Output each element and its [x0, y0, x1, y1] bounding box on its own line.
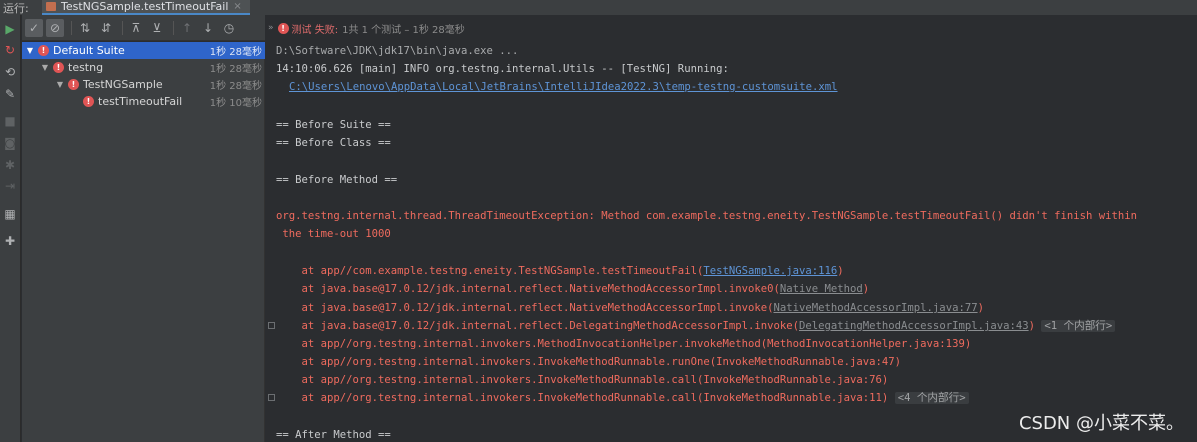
console-exception-line: the time-out 1000: [276, 228, 391, 240]
test-tree-toolbar: ✓ ⊘ ⇅ ⇵ ⊼ ⊻ ↑ ↓ ◷: [22, 15, 265, 41]
watermark: CSDN @小菜不菜。: [1018, 413, 1184, 434]
layout-icon[interactable]: ▦: [3, 207, 17, 221]
stack-frame: at java.base@17.0.12/jdk.internal.reflec…: [276, 299, 984, 317]
stack-frame-close: ): [977, 302, 984, 314]
tree-item-testtimeoutfail[interactable]: ! testTimeoutFail 1秒 10毫秒: [22, 93, 265, 110]
chevron-down-icon[interactable]: ▼: [25, 46, 35, 55]
stack-frame: at app//com.example.testng.eneity.TestNG…: [276, 262, 844, 280]
error-icon: !: [68, 79, 79, 90]
stack-frame-link[interactable]: NativeMethodAccessorImpl.java:77: [773, 302, 977, 314]
folded-lines-badge[interactable]: <4 个内部行>: [894, 392, 969, 404]
stop-icon[interactable]: ■: [3, 114, 17, 128]
stack-frame-close: ): [862, 283, 870, 295]
tree-item-duration: 1秒 28毫秒: [209, 81, 262, 92]
testng-config-icon: [46, 2, 56, 11]
tree-item-label: TestNGSample: [83, 78, 163, 91]
toggle-autotest-icon[interactable]: ⟲: [3, 65, 17, 79]
stack-frame: at app//org.testng.internal.invokers.Inv…: [276, 374, 889, 386]
tree-item-label: testTimeoutFail: [98, 95, 183, 108]
stack-frame-link[interactable]: DelegatingMethodAccessorImpl.java:43: [799, 320, 1029, 332]
console-line-xml-path: C:\Users\Lenovo\AppData\Local\JetBrains\…: [289, 78, 838, 96]
stack-frame: at app//org.testng.internal.invokers.Inv…: [276, 356, 902, 368]
console-line-before-method: == Before Method ==: [276, 174, 398, 186]
toolbar-separator: [173, 20, 174, 35]
error-icon: !: [277, 22, 289, 34]
stack-frame-link[interactable]: Native Method: [780, 283, 863, 295]
rerun-failed-icon[interactable]: ↻: [3, 43, 17, 57]
camera-icon[interactable]: ◙: [3, 136, 17, 150]
stack-frame-close: ): [1028, 320, 1035, 332]
toolbar-separator: [71, 20, 72, 35]
tree-item-testng[interactable]: ▼ ! testng 1秒 28毫秒: [22, 59, 265, 76]
console-line-java-cmd[interactable]: D:\Software\JDK\jdk17\bin\java.exe ...: [276, 42, 518, 60]
show-passed-icon[interactable]: ✓: [25, 18, 43, 37]
tree-item-duration: 1秒 28毫秒: [209, 47, 262, 58]
rerun-icon[interactable]: ▶: [3, 22, 17, 36]
history-icon[interactable]: ◷: [220, 19, 238, 37]
status-fail-label: 测试 失败:: [291, 24, 339, 36]
run-tool-header: 运行: TestNGSample.testTimeoutFail ×: [0, 0, 1197, 15]
console-exception-line: org.testng.internal.thread.ThreadTimeout…: [276, 210, 1138, 222]
test-results-tree: ▼ ! Default Suite 1秒 28毫秒 ▼ ! testng 1秒 …: [22, 42, 265, 442]
test-status-header: » ! 测试 失败: 1共 1 个测试 – 1秒 28毫秒: [266, 15, 1197, 41]
tree-item-default-suite[interactable]: ▼ ! Default Suite 1秒 28毫秒: [22, 42, 265, 59]
error-icon: !: [38, 45, 49, 56]
tree-item-label: testng: [68, 61, 104, 74]
collapse-all-icon[interactable]: ⊻: [148, 19, 166, 37]
error-icon: !: [83, 96, 94, 107]
sort-alpha-icon[interactable]: ⇅: [76, 19, 94, 37]
fold-toggle-icon[interactable]: [268, 394, 275, 401]
console-line-before-suite: == Before Suite ==: [276, 119, 391, 131]
error-icon: !: [53, 62, 64, 73]
left-toolbar: ▶ ↻ ⟲ ✎ ■ ◙ ✱ ⇥ ▦ ✚: [0, 15, 21, 442]
exit-icon[interactable]: ⇥: [3, 179, 17, 193]
tree-item-duration: 1秒 10毫秒: [209, 98, 262, 109]
run-label: 运行:: [3, 1, 29, 15]
stack-frame: at app//org.testng.internal.invokers.Met…: [276, 338, 972, 350]
console-line-after-method: == After Method ==: [276, 429, 391, 441]
close-tab-icon[interactable]: ×: [233, 1, 241, 12]
chevron-down-icon[interactable]: ▼: [40, 63, 50, 72]
tree-item-testngsample[interactable]: ▼ ! TestNGSample 1秒 28毫秒: [22, 76, 265, 93]
run-tab-title: TestNGSample.testTimeoutFail: [61, 0, 229, 13]
console-line-before-class: == Before Class ==: [276, 137, 391, 149]
console-line-running: 14:10:06.626 [main] INFO org.testng.inte…: [276, 63, 729, 75]
stack-frame: at app//org.testng.internal.invokers.Inv…: [276, 389, 969, 407]
status-detail: 1共 1 个测试 – 1秒 28毫秒: [342, 24, 465, 36]
folded-lines-badge[interactable]: <1 个内部行>: [1041, 320, 1116, 332]
toolbar-separator: [122, 20, 123, 35]
tree-item-label: Default Suite: [53, 44, 125, 57]
stack-frame-text: at app//com.example.testng.eneity.TestNG…: [276, 265, 704, 277]
chevron-right-icon[interactable]: »: [268, 23, 274, 33]
stack-frame-text: at java.base@17.0.12/jdk.internal.reflec…: [276, 320, 800, 332]
stack-frame-text: at app//org.testng.internal.invokers.Inv…: [276, 392, 889, 404]
settings-wrench-icon[interactable]: ✎: [3, 87, 17, 101]
suite-xml-link[interactable]: C:\Users\Lenovo\AppData\Local\JetBrains\…: [289, 81, 838, 93]
debug-bug-icon[interactable]: ✱: [3, 158, 17, 172]
sort-duration-icon[interactable]: ⇵: [97, 19, 115, 37]
stack-frame-link[interactable]: TestNGSample.java:116: [703, 265, 837, 277]
tree-item-duration: 1秒 28毫秒: [209, 64, 262, 75]
stack-frame: at java.base@17.0.12/jdk.internal.reflec…: [276, 317, 1116, 335]
console-output[interactable]: D:\Software\JDK\jdk17\bin\java.exe ... 1…: [266, 41, 1197, 442]
stack-frame-close: ): [837, 265, 844, 277]
run-tab[interactable]: TestNGSample.testTimeoutFail ×: [42, 0, 250, 15]
fold-toggle-icon[interactable]: [268, 322, 275, 329]
stack-frame: at java.base@17.0.12/jdk.internal.reflec…: [276, 280, 870, 298]
stack-frame-text: at java.base@17.0.12/jdk.internal.reflec…: [276, 302, 774, 314]
pin-icon[interactable]: ✚: [3, 234, 17, 248]
expand-all-icon[interactable]: ⊼: [127, 19, 145, 37]
chevron-down-icon[interactable]: ▼: [55, 80, 65, 89]
next-failed-icon[interactable]: ↓: [199, 19, 217, 37]
prev-failed-icon[interactable]: ↑: [178, 19, 196, 37]
show-ignored-icon[interactable]: ⊘: [46, 18, 64, 37]
stack-frame-text: at java.base@17.0.12/jdk.internal.reflec…: [276, 283, 780, 295]
